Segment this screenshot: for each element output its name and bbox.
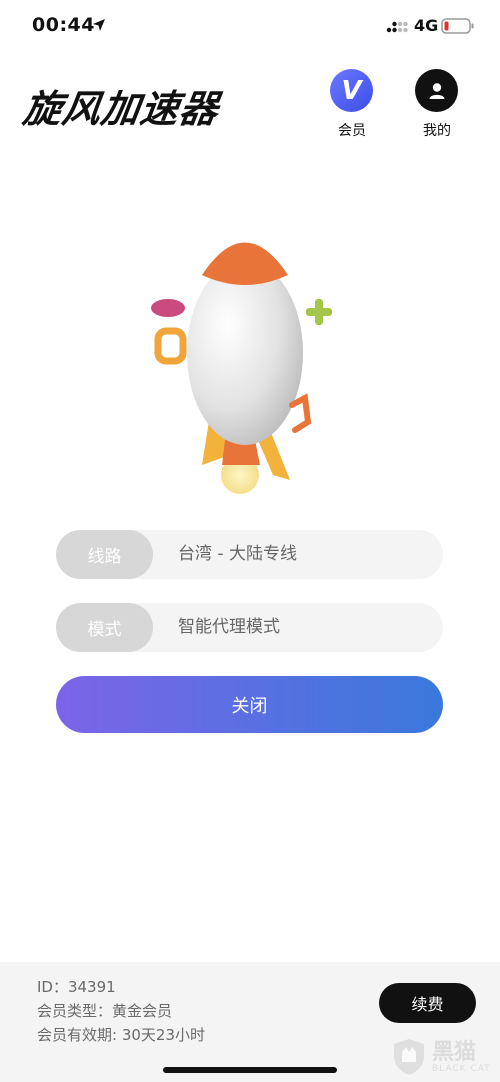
- mode-value: 智能代理模式: [178, 617, 280, 637]
- location-arrow-icon: [93, 19, 105, 31]
- status-bar: 00:44 4G: [0, 0, 500, 56]
- vip-badge-icon: V: [330, 69, 373, 112]
- profile-label: 我的: [423, 123, 451, 139]
- profile-button[interactable]: 我的: [415, 69, 459, 139]
- network-type: 4G: [414, 16, 439, 35]
- account-id: ID：34391: [37, 978, 116, 996]
- watermark-text: 黑猫: [432, 1040, 477, 1065]
- user-icon: [415, 69, 458, 112]
- blackcat-watermark: 黑猫 BLACK CAT: [392, 1034, 497, 1080]
- route-selector[interactable]: 线路 台湾 - 大陆专线: [56, 530, 443, 579]
- mode-selector[interactable]: 模式 智能代理模式: [56, 603, 443, 652]
- vip-button[interactable]: V 会员: [330, 69, 374, 139]
- battery-icon: [441, 18, 474, 34]
- vip-letter: V: [341, 75, 362, 106]
- app-title: 旋风加速器: [20, 87, 222, 131]
- route-label: 线路: [56, 530, 153, 579]
- cat-shield-icon: [394, 1039, 424, 1075]
- route-value: 台湾 - 大陆专线: [178, 544, 297, 564]
- signal-icon: [386, 21, 408, 33]
- disconnect-button[interactable]: 关闭: [56, 676, 443, 733]
- mode-label: 模式: [56, 603, 153, 652]
- vip-label: 会员: [338, 123, 366, 139]
- membership-type: 会员类型：黄金会员: [37, 1002, 173, 1020]
- home-indicator[interactable]: [163, 1067, 337, 1073]
- rocket-illustration: [151, 242, 332, 494]
- membership-expiry: 会员有效期: 30天23小时: [37, 1026, 205, 1044]
- renew-button[interactable]: 续费: [379, 983, 476, 1023]
- status-time: 00:44: [32, 14, 95, 36]
- watermark-subtext: BLACK CAT: [432, 1064, 491, 1074]
